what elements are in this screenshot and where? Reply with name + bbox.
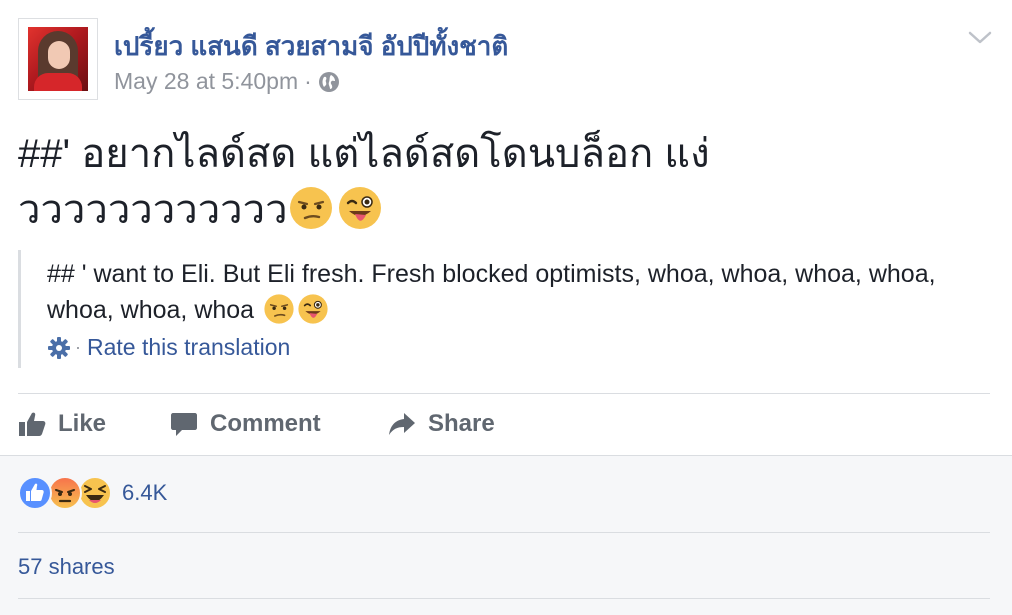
action-bar: Like Comment Share — [18, 396, 990, 452]
like-reaction-icon — [18, 476, 52, 510]
rate-separator: · — [75, 337, 81, 357]
post-text-line-2-text: วววววววววววว — [18, 188, 288, 232]
chevron-down-icon[interactable] — [966, 26, 994, 48]
profile-photo — [28, 27, 88, 91]
haha-reaction-icon — [78, 476, 112, 510]
like-button[interactable]: Like — [18, 396, 106, 452]
winking-tongue-face-icon — [338, 187, 381, 229]
thumbs-up-icon — [19, 412, 46, 436]
reactions-summary[interactable]: 6.4K — [18, 476, 167, 510]
unamused-face-icon — [264, 294, 294, 324]
reaction-count[interactable]: 6.4K — [122, 480, 167, 506]
share-button[interactable]: Share — [388, 396, 495, 452]
post-text-line-1: ##' อยากไลด์สด แต่ไลด์สดโดนบล็อก แง่ — [18, 132, 710, 176]
divider — [18, 393, 990, 394]
rate-translation-link[interactable]: Rate this translation — [87, 334, 290, 361]
post-text-line-2: วววววววววววว — [18, 182, 978, 238]
shares-count[interactable]: 57 shares — [18, 554, 115, 580]
translation-block: ## ' want to Eli. But Eli fresh. Fresh b… — [18, 250, 1001, 368]
rate-translation-row: · Rate this translation — [47, 334, 290, 361]
comment-button[interactable]: Comment — [170, 396, 321, 452]
translation-text-container: ## ' want to Eli. But Eli fresh. Fresh b… — [47, 256, 997, 328]
feed-post: เปรี้ยว แสนดี สวยสามจี อัปปีทั้งชาติ May… — [0, 0, 1012, 615]
share-label: Share — [428, 410, 495, 437]
unamused-face-icon — [289, 187, 332, 229]
comment-icon — [171, 413, 197, 436]
divider — [18, 598, 990, 599]
avatar[interactable] — [18, 18, 98, 100]
angry-reaction-icon — [48, 476, 82, 510]
globe-icon[interactable] — [318, 71, 340, 93]
comment-label: Comment — [210, 410, 321, 437]
share-arrow-icon — [389, 413, 415, 435]
author-name[interactable]: เปรี้ยว แสนดี สวยสามจี อัปปีทั้งชาติ — [114, 26, 508, 67]
translation-text: ## ' want to Eli. But Eli fresh. Fresh b… — [47, 260, 936, 324]
post-text: ##' อยากไลด์สด แต่ไลด์สดโดนบล็อก แง่ ววว… — [18, 126, 978, 238]
meta-separator: · — [304, 68, 312, 94]
post-meta: May 28 at 5:40pm · — [114, 68, 340, 95]
like-label: Like — [58, 410, 107, 437]
gear-icon[interactable] — [47, 336, 71, 360]
winking-tongue-face-icon — [298, 294, 328, 324]
divider — [18, 532, 990, 533]
timestamp[interactable]: May 28 at 5:40pm — [114, 68, 298, 95]
